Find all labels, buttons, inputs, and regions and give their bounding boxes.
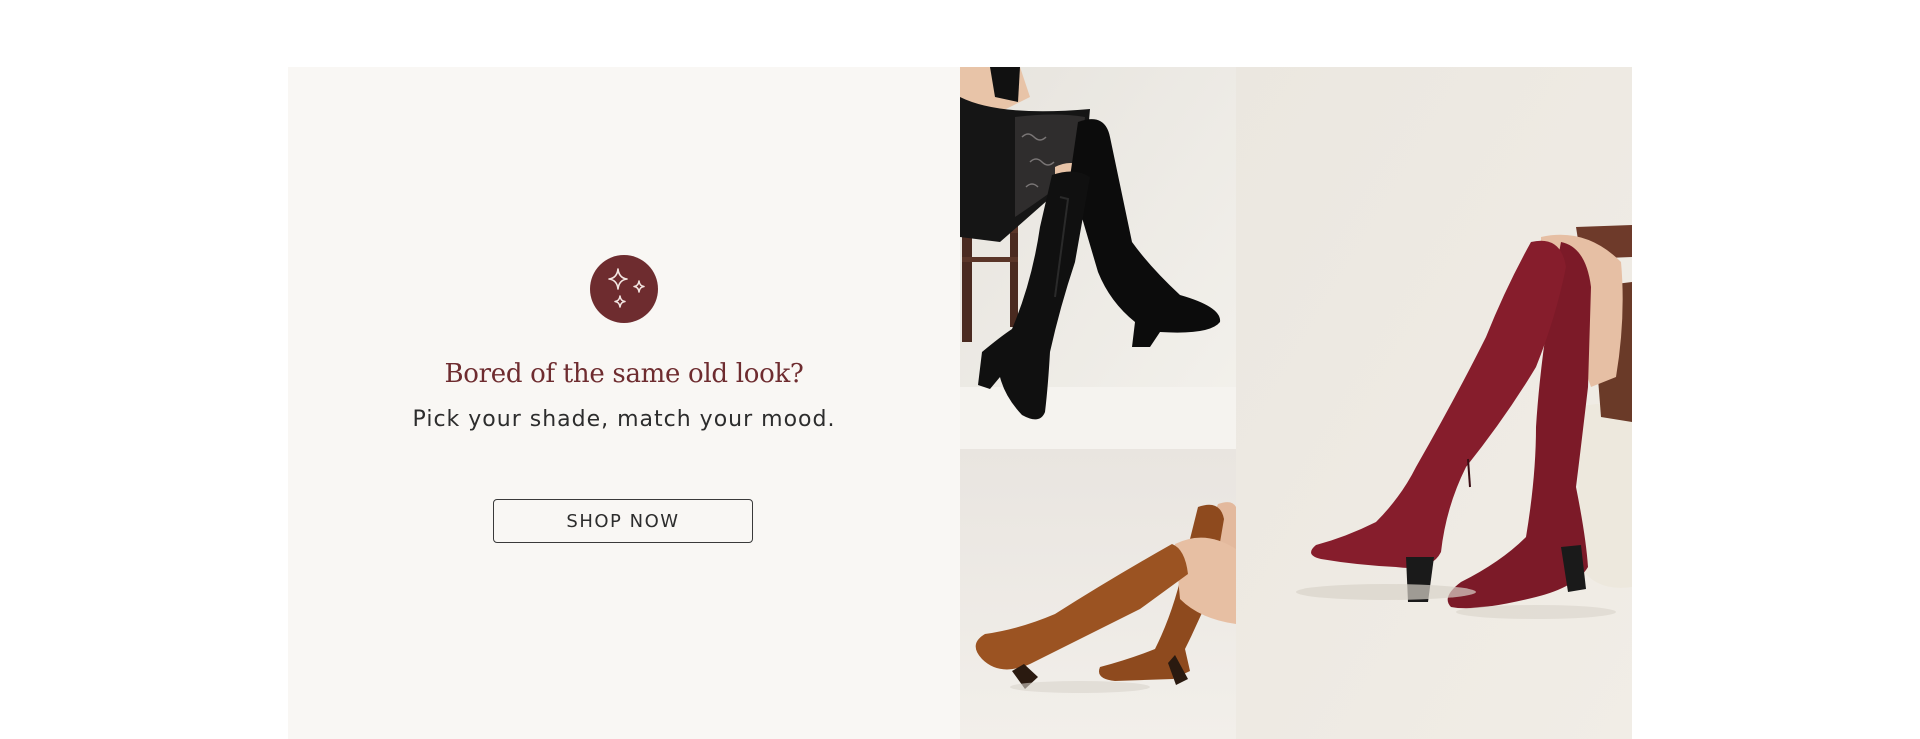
product-gallery [960, 67, 1632, 739]
shop-now-button[interactable]: SHOP NOW [493, 499, 753, 543]
sparkles-badge [590, 255, 658, 323]
promo-headline: Bored of the same old look? [444, 359, 804, 389]
photo-brown-boots[interactable] [960, 449, 1236, 739]
page: Bored of the same old look? Pick your sh… [0, 0, 1920, 739]
promo-panel: Bored of the same old look? Pick your sh… [288, 67, 960, 739]
promo-banner: Bored of the same old look? Pick your sh… [288, 67, 1632, 739]
photo-burgundy-boots[interactable] [1236, 67, 1632, 739]
promo-subline: Pick your shade, match your mood. [412, 407, 836, 432]
photo-black-boots[interactable] [960, 67, 1236, 449]
sparkles-icon [608, 268, 645, 308]
